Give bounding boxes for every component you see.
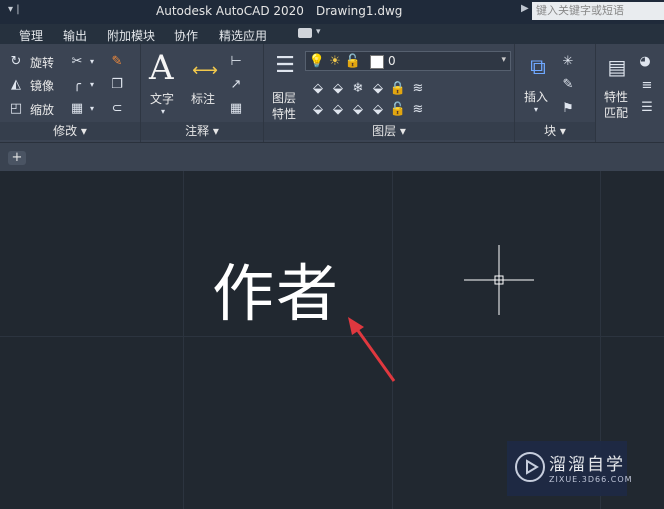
search-input[interactable]: 键入关键字或短语 [532, 2, 664, 20]
layer-lock-icon[interactable]: 🔒 [389, 81, 407, 96]
watermark-url: ZIXUE.3D66.COM [549, 475, 633, 484]
panel-layers-title[interactable]: 图层 ▾ [264, 122, 514, 140]
match-properties-label-2[interactable]: 匹配 [604, 104, 628, 121]
drawing-canvas[interactable]: 作者 溜溜自学 ZIXUE.3D66.COM [0, 171, 664, 509]
rotate-icon[interactable]: ↻ [8, 53, 24, 69]
panel-annotation-title[interactable]: 注释 ▾ [141, 122, 263, 140]
chevron-down-icon[interactable]: ▾ [88, 76, 96, 92]
app-title: Autodesk AutoCAD 2020 [156, 4, 304, 18]
chevron-down-icon[interactable]: ▾ [531, 104, 541, 114]
layer-thaw-icon[interactable]: ⬙ [329, 102, 347, 117]
panel-block: ⧉ 插入 ▾ ✳ ✎ ⚑ 块 ▾ [515, 44, 596, 142]
layer-walk-icon[interactable]: ⬙ [349, 102, 367, 117]
layer-off-icon[interactable]: ⬙ [309, 102, 327, 117]
sun-icon: ☀ [329, 53, 341, 69]
chevron-down-icon[interactable]: ▾ [88, 100, 96, 116]
quick-access-menu-icon[interactable]: ▾ | [8, 4, 20, 15]
table-icon[interactable]: ▦ [227, 100, 245, 116]
title-bar: ▾ | Autodesk AutoCAD 2020 Drawing1.dwg ▶… [0, 0, 664, 24]
trim-icon[interactable]: ✂ [68, 53, 86, 69]
panel-block-title[interactable]: 块 ▾ [515, 122, 595, 140]
document-tab-bar: + [0, 143, 664, 171]
color-swatch [370, 55, 384, 69]
edit-block-icon[interactable]: ✎ [559, 76, 577, 92]
panel-modify: ↻ 旋转 ◭ 镜像 ◰ 缩放 ✂ ▾ ╭ ▾ ▦ ▾ ✎ ❐ ⊂ 修改 ▾ [0, 44, 141, 142]
layer-iso-icon[interactable]: ❄ [349, 81, 367, 96]
document-title: Drawing1.dwg [316, 4, 403, 18]
layer-dropdown[interactable]: 💡 ☀ 🔓 0 ▾ [305, 51, 511, 71]
ribbon: ↻ 旋转 ◭ 镜像 ◰ 缩放 ✂ ▾ ╭ ▾ ▦ ▾ ✎ ❐ ⊂ 修改 ▾ A … [0, 44, 664, 143]
array-icon[interactable]: ▦ [68, 100, 86, 116]
text-icon[interactable]: A [149, 48, 174, 88]
layer-unlock-icon[interactable]: 🔓 [389, 102, 407, 117]
chevron-down-icon: ▾ [501, 55, 506, 65]
linetype-icon[interactable]: ☰ [638, 100, 656, 115]
attribute-icon[interactable]: ⚑ [559, 100, 577, 116]
layer-properties-label-1[interactable]: 图层 [272, 89, 296, 106]
lineweight-icon[interactable]: ≡ [638, 78, 656, 93]
watermark-brand: 溜溜自学 [549, 455, 625, 475]
create-block-icon[interactable]: ✳ [559, 53, 577, 69]
fillet-icon[interactable]: ╭ [68, 76, 86, 92]
tab-addins[interactable]: 附加模块 [107, 27, 155, 44]
tab-manage[interactable]: 管理 [19, 27, 43, 44]
unlock-icon: 🔓 [344, 53, 362, 69]
bulb-icon: 💡 [308, 53, 326, 69]
panel-modify-label: 修改 [53, 124, 78, 138]
layer-properties-label-2[interactable]: 特性 [272, 105, 296, 122]
grid-line [183, 171, 184, 509]
chevron-down-icon[interactable]: ▾ [158, 106, 168, 116]
dimension-icon[interactable]: ⟷ [190, 56, 220, 84]
expand-arrow-icon[interactable]: ▶ [521, 3, 529, 14]
panel-annotation-label: 注释 [185, 124, 210, 138]
dimension-button[interactable]: 标注 [191, 90, 215, 107]
layer-stack-icon[interactable]: ≋ [409, 81, 427, 96]
match-properties-label-1[interactable]: 特性 [604, 88, 628, 105]
ribbon-toggle-icon[interactable] [298, 28, 312, 38]
red-arrow-annotation [348, 317, 396, 382]
panel-properties: ▤ ◕ 特性 匹配 ≡ ☰ [596, 44, 664, 142]
crosshair-cursor [464, 245, 534, 315]
scale-button[interactable]: 缩放 [30, 101, 54, 118]
color-wheel-icon[interactable]: ◕ [636, 52, 654, 70]
text-button[interactable]: 文字 [150, 90, 174, 107]
chevron-down-icon[interactable]: ▾ [88, 53, 96, 69]
panel-modify-title[interactable]: 修改 ▾ [0, 122, 140, 140]
tab-output[interactable]: 输出 [63, 27, 87, 44]
layer-copy-icon[interactable]: ⬙ [369, 102, 387, 117]
tab-featured-apps[interactable]: 精选应用 [219, 27, 267, 44]
panel-block-label: 块 [544, 124, 557, 138]
layer-merge-icon[interactable]: ≋ [409, 102, 427, 117]
layer-match-icon[interactable]: ⬙ [369, 81, 387, 96]
mirror-button[interactable]: 镜像 [30, 77, 54, 94]
new-drawing-tab-button[interactable]: + [8, 151, 26, 165]
offset-icon[interactable]: ⊂ [108, 100, 126, 116]
leader-icon[interactable]: ↗ [227, 76, 245, 92]
insert-block-icon[interactable]: ⧉ [523, 50, 553, 84]
copy-icon[interactable]: ❐ [108, 76, 126, 92]
play-logo-icon [515, 452, 545, 482]
ribbon-tab-bar: 管理 输出 附加模块 协作 精选应用 ▾ [0, 24, 664, 44]
text-object[interactable]: 作者 [212, 259, 340, 329]
insert-button[interactable]: 插入 [524, 88, 548, 105]
scale-icon[interactable]: ◰ [8, 100, 24, 116]
layer-properties-icon[interactable]: ☰ [270, 50, 300, 80]
linear-dim-icon[interactable]: ⊢ [227, 53, 245, 69]
rotate-button[interactable]: 旋转 [30, 54, 54, 71]
tab-collaborate[interactable]: 协作 [174, 27, 198, 44]
match-properties-icon[interactable]: ▤ [602, 50, 632, 84]
chevron-down-icon[interactable]: ▾ [316, 27, 321, 37]
panel-layers-label: 图层 [372, 124, 397, 138]
layer-on-icon[interactable]: ⬙ [309, 81, 327, 96]
layer-freeze-icon[interactable]: ⬙ [329, 81, 347, 96]
erase-icon[interactable]: ✎ [108, 53, 126, 69]
watermark: 溜溜自学 ZIXUE.3D66.COM [507, 441, 632, 496]
panel-annotation: A 文字 ▾ ⟷ 标注 ⊢ ↗ ▦ 注释 ▾ [141, 44, 264, 142]
current-layer-name: 0 [388, 54, 396, 68]
mirror-icon[interactable]: ◭ [8, 76, 24, 92]
grid-line [0, 336, 664, 337]
